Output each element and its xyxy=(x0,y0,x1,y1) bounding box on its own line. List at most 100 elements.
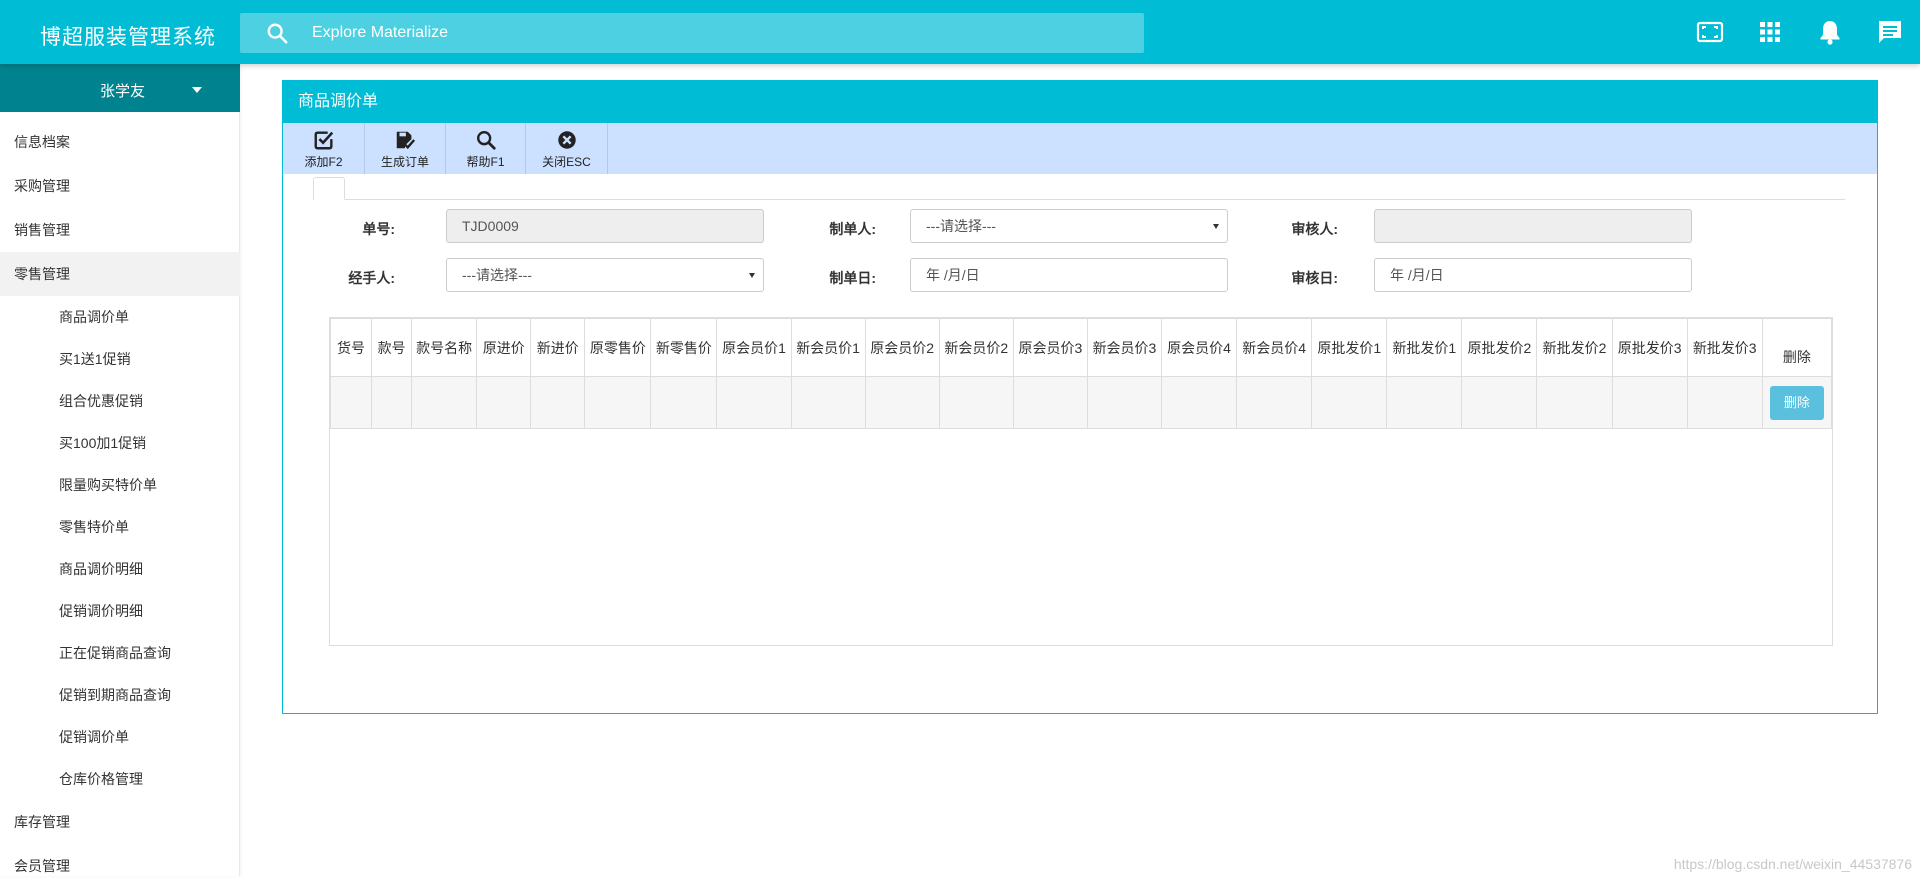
delete-row-button[interactable]: 删除 xyxy=(1770,386,1824,420)
table-cell[interactable] xyxy=(1462,377,1537,429)
column-header: 新会员价3 xyxy=(1087,319,1161,377)
submenu-item[interactable]: 促销到期商品查询 xyxy=(0,674,240,716)
sidebar-menu: 信息档案 采购管理 销售管理 零售管理 商品调价单 买1送1促销 组合优惠促销 … xyxy=(0,120,240,888)
fullscreen-icon[interactable] xyxy=(1696,18,1724,46)
table-cell[interactable] xyxy=(791,377,865,429)
checkbox-icon xyxy=(313,129,335,151)
table-cell[interactable] xyxy=(717,377,791,429)
column-header: 新会员价4 xyxy=(1237,319,1312,377)
sidebar-item-retail[interactable]: 零售管理 xyxy=(0,252,240,296)
create-date-input[interactable]: 年 /月/日 xyxy=(910,258,1228,292)
submenu-item[interactable]: 促销调价单 xyxy=(0,716,240,758)
handler-label: 经手人: xyxy=(323,268,395,288)
creator-label: 制单人: xyxy=(783,219,876,239)
price-adjust-panel: 商品调价单 添加F2 生成订单 帮助F1 xyxy=(282,80,1878,714)
table-cell[interactable] xyxy=(939,377,1013,429)
column-header: 原会员价4 xyxy=(1162,319,1237,377)
column-header: 新零售价 xyxy=(651,319,717,377)
notification-bell-icon[interactable] xyxy=(1816,18,1844,46)
creator-select[interactable]: ---请选择--- xyxy=(910,209,1228,243)
tab-blank[interactable] xyxy=(313,177,345,200)
search-input[interactable]: Explore Materialize xyxy=(312,24,448,42)
reviewer-field xyxy=(1374,209,1692,243)
table-cell[interactable] xyxy=(1537,377,1612,429)
app-title: 博超服装管理系统 xyxy=(40,21,216,51)
column-header: 原进价 xyxy=(477,319,531,377)
column-header: 新进价 xyxy=(531,319,585,377)
table-cell[interactable] xyxy=(531,377,585,429)
submenu-item[interactable]: 仓库价格管理 xyxy=(0,758,240,800)
submenu-item[interactable]: 买1送1促销 xyxy=(0,338,240,380)
column-header: 新批发价2 xyxy=(1537,319,1612,377)
table-cell[interactable] xyxy=(1087,377,1161,429)
sidebar-item-purchase[interactable]: 采购管理 xyxy=(0,164,240,208)
table-cell[interactable] xyxy=(372,377,412,429)
add-button[interactable]: 添加F2 xyxy=(283,123,365,174)
search-icon[interactable] xyxy=(266,22,288,44)
submenu-item[interactable]: 零售特价单 xyxy=(0,506,240,548)
column-header: 货号 xyxy=(331,319,372,377)
search-bar[interactable]: Explore Materialize xyxy=(240,13,1144,53)
table-cell[interactable] xyxy=(1612,377,1687,429)
submenu-item[interactable]: 买100加1促销 xyxy=(0,422,240,464)
create-date-label: 制单日: xyxy=(783,268,876,288)
close-button[interactable]: 关闭ESC xyxy=(526,123,608,174)
table-cell[interactable] xyxy=(651,377,717,429)
caret-down-icon[interactable] xyxy=(192,87,202,93)
order-no-label: 单号: xyxy=(343,219,395,239)
table-cell[interactable] xyxy=(1237,377,1312,429)
column-header: 原会员价1 xyxy=(717,319,791,377)
submenu-item[interactable]: 促销调价明细 xyxy=(0,590,240,632)
table-cell[interactable] xyxy=(331,377,372,429)
creator-select-value: ---请选择--- xyxy=(926,218,996,234)
column-header: 款号 xyxy=(372,319,412,377)
table-cell[interactable] xyxy=(865,377,939,429)
toolbar: 添加F2 生成订单 帮助F1 关闭ESC xyxy=(283,123,1877,174)
select-arrow-icon xyxy=(749,273,755,278)
search-icon xyxy=(475,129,497,151)
sidebar-item-members[interactable]: 会员管理 xyxy=(0,844,240,888)
submenu-item[interactable]: 正在促销商品查询 xyxy=(0,632,240,674)
table-cell[interactable] xyxy=(477,377,531,429)
table-cell[interactable] xyxy=(1687,377,1762,429)
column-header: 原会员价3 xyxy=(1013,319,1087,377)
generate-order-label: 生成订单 xyxy=(365,153,445,170)
sidebar-item-info-archive[interactable]: 信息档案 xyxy=(0,120,240,164)
add-label: 添加F2 xyxy=(283,153,364,170)
save-check-icon xyxy=(394,129,416,151)
sidebar-item-inventory[interactable]: 库存管理 xyxy=(0,800,240,844)
table-header-row: 货号 款号 款号名称 原进价 新进价 原零售价 新零售价 原会员价1 新会员价1… xyxy=(331,319,1832,377)
table-cell[interactable] xyxy=(1013,377,1087,429)
sidebar: 张学友 信息档案 采购管理 销售管理 零售管理 商品调价单 买1送1促销 组合优… xyxy=(0,64,240,876)
column-header: 原批发价1 xyxy=(1312,319,1387,377)
review-date-input[interactable]: 年 /月/日 xyxy=(1374,258,1692,292)
chat-message-icon[interactable] xyxy=(1876,18,1904,46)
table-cell[interactable] xyxy=(412,377,477,429)
handler-select-value: ---请选择--- xyxy=(462,267,532,283)
column-header: 新批发价3 xyxy=(1687,319,1762,377)
price-table: 货号 款号 款号名称 原进价 新进价 原零售价 新零售价 原会员价1 新会员价1… xyxy=(329,317,1833,646)
column-header: 新批发价1 xyxy=(1387,319,1462,377)
table-cell[interactable] xyxy=(1312,377,1387,429)
submenu-item[interactable]: 组合优惠促销 xyxy=(0,380,240,422)
table-cell[interactable] xyxy=(1387,377,1462,429)
table-cell[interactable] xyxy=(585,377,651,429)
help-label: 帮助F1 xyxy=(446,153,525,170)
submenu-item[interactable]: 限量购买特价单 xyxy=(0,464,240,506)
top-header: 博超服装管理系统 Explore Materialize xyxy=(0,0,1920,64)
user-dropdown[interactable]: 张学友 xyxy=(0,64,240,112)
apps-grid-icon[interactable] xyxy=(1756,18,1784,46)
column-header: 款号名称 xyxy=(412,319,477,377)
submenu-item[interactable]: 商品调价明细 xyxy=(0,548,240,590)
watermark: https://blog.csdn.net/weixin_44537876 xyxy=(1674,856,1912,872)
user-name[interactable]: 张学友 xyxy=(100,80,145,101)
submenu-item[interactable]: 商品调价单 xyxy=(0,296,240,338)
column-header: 新会员价1 xyxy=(791,319,865,377)
table-cell[interactable] xyxy=(1162,377,1237,429)
generate-order-button[interactable]: 生成订单 xyxy=(365,123,446,174)
sidebar-item-sales[interactable]: 销售管理 xyxy=(0,208,240,252)
review-date-label: 审核日: xyxy=(1243,268,1338,288)
help-button[interactable]: 帮助F1 xyxy=(446,123,526,174)
column-header: 原批发价2 xyxy=(1462,319,1537,377)
handler-select[interactable]: ---请选择--- xyxy=(446,258,764,292)
